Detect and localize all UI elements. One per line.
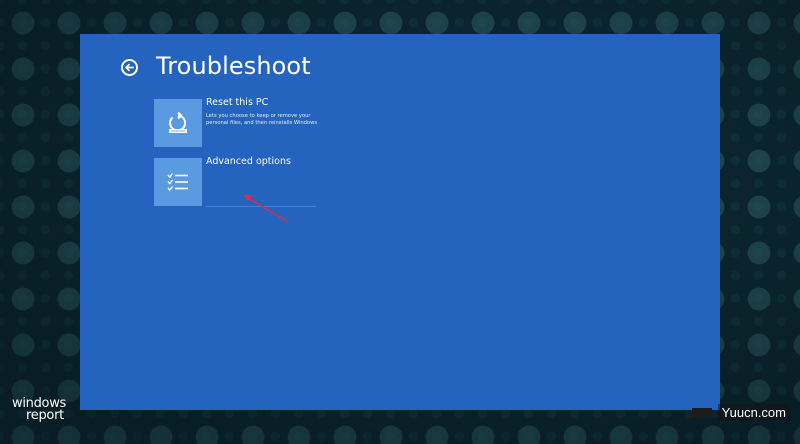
watermark-block bbox=[691, 407, 712, 418]
page-title: Troubleshoot bbox=[156, 52, 311, 80]
option-label: Reset this PC bbox=[206, 97, 269, 108]
reset-this-pc-option[interactable]: Reset this PC Lets you choose to keep or… bbox=[154, 97, 324, 147]
troubleshoot-screen: Troubleshoot Reset this PC Lets you choo… bbox=[80, 34, 720, 410]
option-label: Advanced options bbox=[206, 156, 291, 167]
back-button[interactable] bbox=[121, 59, 138, 76]
advanced-options-tile bbox=[154, 158, 202, 206]
site-watermark: Yuucn.com bbox=[691, 404, 790, 421]
option-description: Lets you choose to keep or remove your p… bbox=[206, 113, 318, 126]
reset-pc-icon bbox=[169, 111, 187, 133]
back-arrow-icon bbox=[125, 63, 134, 72]
reset-pc-tile bbox=[154, 99, 202, 147]
windows-report-watermark: windows report bbox=[12, 397, 66, 423]
watermark-text: Yuucn.com bbox=[717, 404, 790, 421]
watermark-line2: report bbox=[26, 408, 64, 423]
pointer-arrow-icon bbox=[243, 194, 289, 223]
desktop-background: Troubleshoot Reset this PC Lets you choo… bbox=[0, 0, 800, 444]
checklist-icon bbox=[167, 173, 188, 192]
